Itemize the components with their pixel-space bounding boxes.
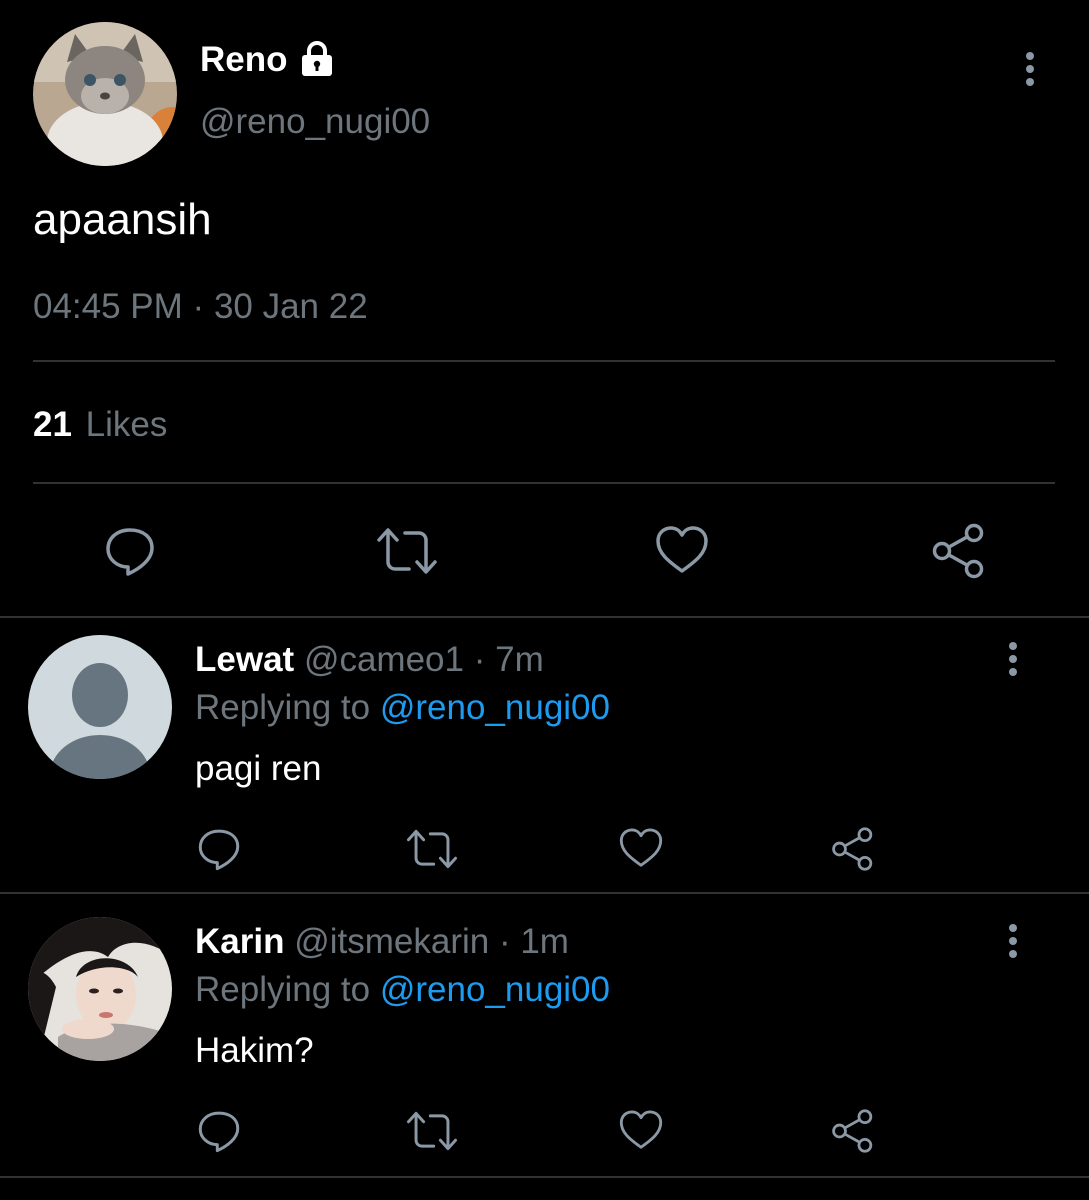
replying-to-handle[interactable]: @reno_nugi00 [380,970,610,1009]
replying-to-label: Replying to [195,970,371,1009]
lock-icon [297,40,337,78]
tweet-time: 04:45 PM [33,287,183,326]
retweet-icon[interactable] [405,828,459,870]
share-icon[interactable] [930,522,988,580]
reply-icon[interactable] [196,1108,242,1154]
share-icon[interactable] [830,826,876,872]
divider [0,892,1089,894]
like-icon[interactable] [654,524,710,576]
tweet-date: 30 Jan 22 [213,287,368,326]
retweet-icon[interactable] [405,1110,459,1152]
likes-summary[interactable]: 21 Likes [33,405,167,445]
reply-author-name[interactable]: Lewat [195,640,294,679]
replying-to: Replying to @reno_nugi00 [195,688,610,728]
reply-age: 1m [520,922,569,961]
reply-header: Karin @itsmekarin · 1m [195,922,569,962]
divider [33,482,1055,484]
more-vertical-icon[interactable] [1020,50,1040,90]
like-icon[interactable] [618,826,664,870]
replying-to-handle[interactable]: @reno_nugi00 [380,688,610,727]
author-avatar[interactable] [33,22,177,166]
reply-separator: · [498,922,511,961]
reply-age: 7m [495,640,544,679]
likes-count: 21 [33,405,72,444]
more-vertical-icon[interactable] [1003,922,1023,962]
likes-label: Likes [85,405,168,444]
divider [0,616,1089,618]
reply-text: pagi ren [195,749,322,788]
reply-author-handle[interactable]: @cameo1 [304,640,464,679]
reply-author-name[interactable]: Karin [195,922,284,961]
retweet-icon[interactable] [375,526,439,576]
reply-text: Hakim? [195,1031,314,1070]
timestamp-separator: · [192,287,205,326]
author-name[interactable]: Reno [200,40,288,80]
tweet-timestamp: 04:45 PM · 30 Jan 22 [33,287,368,327]
divider [33,360,1055,362]
author-handle[interactable]: @reno_nugi00 [200,102,430,142]
default-avatar[interactable] [28,635,172,779]
replying-to: Replying to @reno_nugi00 [195,970,610,1010]
reply-author-handle[interactable]: @itsmekarin [294,922,489,961]
divider [0,1176,1089,1178]
reply-icon[interactable] [103,524,157,578]
reply-separator: · [473,640,486,679]
replying-to-label: Replying to [195,688,371,727]
reply-header: Lewat @cameo1 · 7m [195,640,544,680]
more-vertical-icon[interactable] [1003,640,1023,680]
reply-icon[interactable] [196,826,242,872]
like-icon[interactable] [618,1108,664,1152]
tweet-text: apaansih [33,195,212,244]
user-avatar[interactable] [28,917,172,1061]
share-icon[interactable] [830,1108,876,1154]
